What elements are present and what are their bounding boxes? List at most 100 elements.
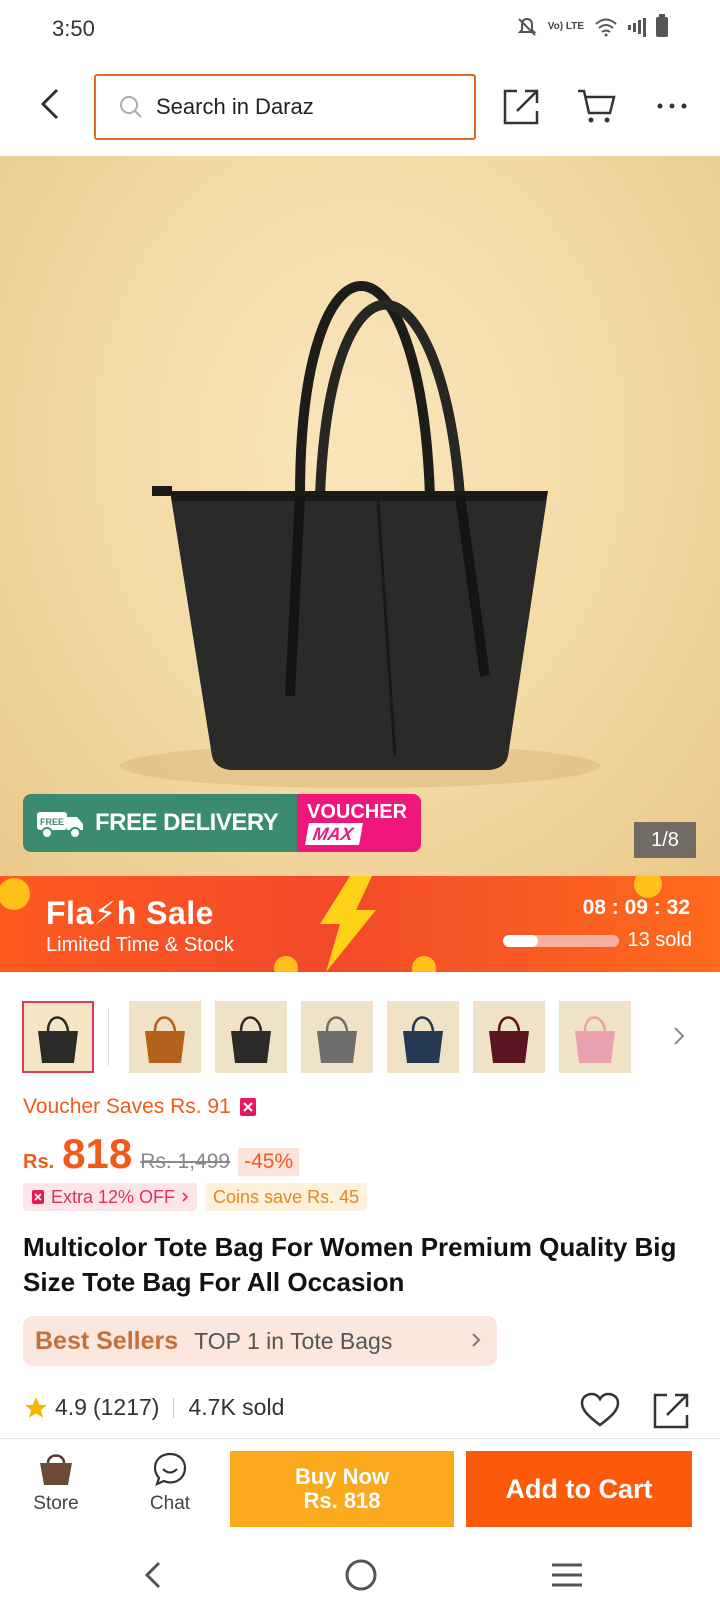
chevron-right-icon [182,1192,189,1202]
chevron-right-icon [472,1333,481,1347]
back-arrow-icon [40,88,59,120]
best-sellers-banner[interactable]: Best Sellers TOP 1 in Tote Bags [23,1316,497,1366]
product-thumbnail[interactable] [559,1001,631,1073]
extra-off-text: Extra 12% OFF [51,1186,176,1207]
original-price: Rs. 1,499 [140,1150,231,1173]
svg-text:FREE: FREE [40,817,64,827]
rating-score: 4.9 [55,1394,87,1420]
thumbnail-divider [108,1008,109,1066]
search-placeholder: Search in Daraz [156,94,314,119]
flash-sale-timer: 08 : 09 : 32 [582,896,690,919]
search-icon [120,96,142,118]
promo-banner: FREE FREE DELIVERY VOUCHER MAX [23,794,421,852]
back-button[interactable] [30,84,70,124]
tote-bag-image [120,281,600,788]
coupon-icon [32,1190,44,1204]
share-product-button[interactable] [650,1388,694,1432]
nav-back-icon [144,1561,161,1589]
flash-sale-progress [503,935,619,947]
free-delivery-badge: FREE FREE DELIVERY [23,794,297,852]
nav-back-button[interactable] [128,1550,178,1600]
price-value: 818 [62,1130,133,1177]
tote-bag-thumbnail-icon [403,1016,443,1063]
delivery-truck-icon: FREE [37,812,83,839]
star-icon [25,1396,47,1418]
nav-recents-button[interactable] [542,1550,592,1600]
buy-now-price: Rs. 818 [303,1488,381,1513]
mute-bell-icon [516,16,538,38]
buy-now-button[interactable]: Buy Now Rs. 818 [230,1451,454,1527]
chat-label: Chat [149,1493,191,1514]
heart-icon [580,1392,620,1427]
promo-tags: Extra 12% OFF Coins save Rs. 45 [23,1183,368,1211]
free-delivery-label: FREE DELIVERY [95,809,279,836]
header: Search in Daraz [0,58,720,156]
share-button[interactable] [502,86,542,126]
bottom-action-bar: Store Chat Buy Now Rs. 818 Add to Cart [0,1438,720,1538]
discount-badge: -45% [238,1148,300,1176]
wifi-icon [594,17,618,37]
product-thumbnail[interactable] [22,1001,94,1073]
chat-button[interactable]: Chat [130,1451,210,1515]
cart-button[interactable] [576,86,616,126]
tote-bag-thumbnail-icon [231,1016,271,1063]
flash-sale-banner[interactable]: Fla⚡h Sale Limited Time & Stock 08 : 09 … [0,876,720,972]
product-thumbnail[interactable] [215,1001,287,1073]
volte-icon: Vo) LTE [547,21,584,32]
battery-icon [656,14,668,37]
status-bar: 3:50 Vo) LTE [0,0,720,58]
voucher-saves[interactable]: Voucher Saves Rs. 91 [23,1095,257,1119]
store-label: Store [33,1493,79,1514]
best-sellers-label: Best Sellers [35,1326,179,1355]
share-icon [653,1393,689,1429]
tote-bag-thumbnail-icon [38,1016,78,1063]
flash-sale-subtitle: Limited Time & Stock [46,934,234,956]
nav-home-icon [345,1559,377,1591]
extra-off-tag[interactable]: Extra 12% OFF [23,1183,198,1211]
system-nav-bar [0,1538,720,1612]
thumbnail-strip [22,1000,712,1074]
rating-count: (1217) [92,1394,160,1420]
store-button[interactable]: Store [16,1451,96,1515]
chat-icon [153,1452,187,1486]
wishlist-button[interactable] [578,1388,622,1432]
store-icon [40,1454,72,1485]
chevron-right-icon [674,1027,685,1045]
coins-save-tag[interactable]: Coins save Rs. 45 [205,1183,368,1211]
nav-home-button[interactable] [336,1550,386,1600]
signal-icon [628,17,646,37]
price-currency: Rs. [23,1151,55,1173]
price-line: Rs. 818 Rs. 1,499 -45% [23,1130,300,1178]
voucher-label: VOUCHER [307,801,408,823]
rating-row[interactable]: 4.9 (1217) 4.7K sold [23,1394,284,1421]
tote-bag-thumbnail-icon [145,1016,185,1063]
rating-divider [173,1397,175,1418]
flash-sale-progress-fill [503,935,538,947]
product-thumbnail[interactable] [129,1001,201,1073]
more-dots-icon [657,103,687,109]
product-thumbnail[interactable] [301,1001,373,1073]
image-page-indicator: 1/8 [634,822,696,858]
product-image-gallery[interactable]: FREE FREE DELIVERY VOUCHER MAX 1/8 [0,156,720,876]
flash-sale-title: Fla⚡h Sale [46,895,214,931]
voucher-max-badge: VOUCHER MAX [297,794,421,852]
thumbnail-next-button[interactable] [672,1024,696,1048]
nav-menu-icon [552,1563,582,1587]
more-button[interactable] [652,86,692,126]
status-icons: Vo) LTE [516,14,668,38]
add-to-cart-button[interactable]: Add to Cart [466,1451,692,1527]
share-icon [503,89,539,125]
cart-icon [578,89,616,123]
sold-count: 4.7K sold [188,1394,285,1420]
max-label: MAX [305,823,363,845]
tote-bag-thumbnail-icon [489,1016,529,1063]
buy-now-label: Buy Now [294,1464,390,1489]
product-thumbnail[interactable] [387,1001,459,1073]
tote-bag-thumbnail-icon [575,1016,615,1063]
product-thumbnail[interactable] [473,1001,545,1073]
voucher-icon [239,1098,256,1116]
search-input[interactable]: Search in Daraz [94,74,476,140]
tote-bag-thumbnail-icon [317,1016,357,1063]
voucher-saves-text: Voucher Saves Rs. 91 [23,1095,231,1118]
status-time: 3:50 [52,16,95,41]
